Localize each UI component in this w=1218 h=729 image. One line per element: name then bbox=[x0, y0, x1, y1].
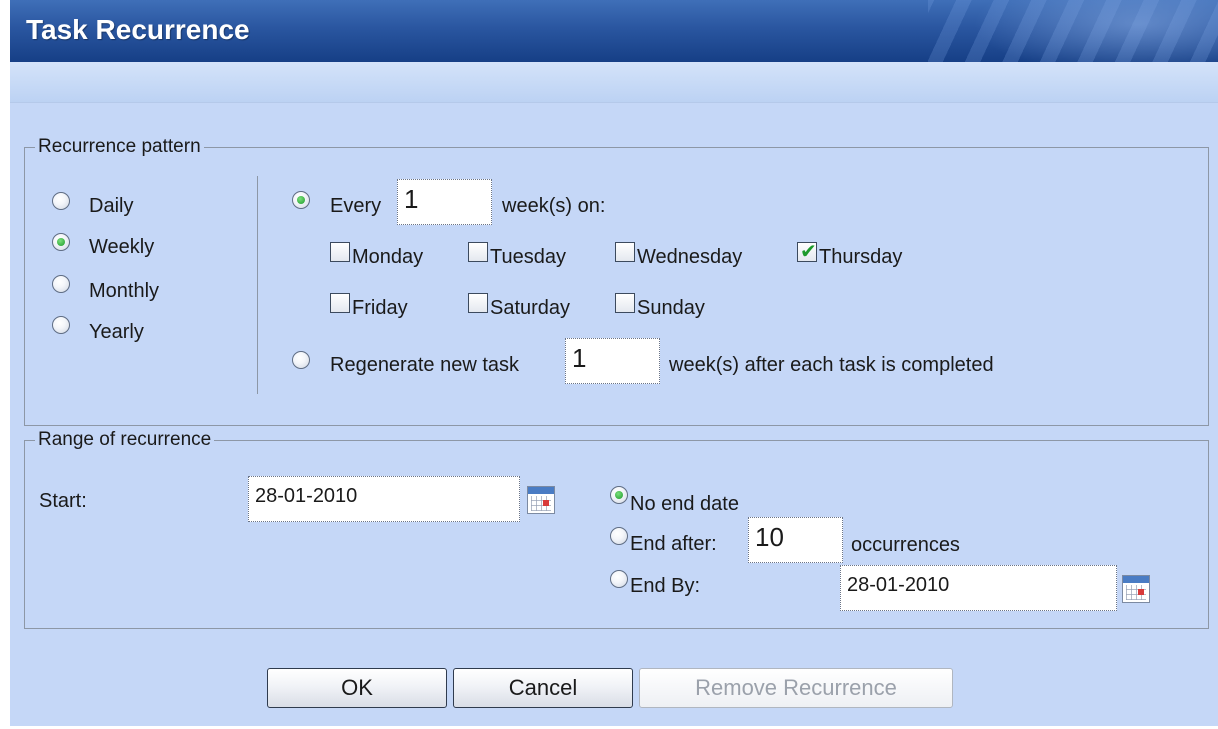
weeks-on-label: week(s) on: bbox=[502, 195, 606, 217]
occurrences-label: occurrences bbox=[851, 534, 960, 556]
end-after-label: End after: bbox=[630, 533, 717, 555]
calendar-icon[interactable] bbox=[1122, 575, 1150, 603]
task-recurrence-dialog: Task Recurrence Recurrence pattern Daily… bbox=[0, 0, 1218, 729]
dialog-body: Recurrence pattern Daily Weekly Monthly … bbox=[10, 103, 1218, 726]
cancel-button[interactable]: Cancel bbox=[453, 668, 633, 708]
yearly-radio[interactable] bbox=[52, 316, 70, 334]
start-date-input[interactable]: 28-01-2010 bbox=[248, 476, 520, 522]
friday-checkbox[interactable] bbox=[330, 293, 350, 313]
monthly-label: Monthly bbox=[89, 280, 160, 302]
wednesday-checkbox[interactable] bbox=[615, 242, 635, 262]
checkmark-icon: ✔ bbox=[800, 239, 817, 263]
weekly-radio[interactable] bbox=[52, 233, 70, 251]
regenerate-radio[interactable] bbox=[292, 351, 310, 369]
weekly-label: Weekly bbox=[89, 236, 155, 258]
friday-label: Friday bbox=[352, 297, 408, 319]
ok-button[interactable]: OK bbox=[267, 668, 447, 708]
regenerate-weeks-input[interactable]: 1 bbox=[565, 338, 660, 384]
regenerate-label: Regenerate new task bbox=[330, 354, 520, 376]
regenerate-suffix-label: week(s) after each task is completed bbox=[669, 354, 994, 376]
yearly-label: Yearly bbox=[89, 321, 144, 343]
recurrence-pattern-legend: Recurrence pattern bbox=[38, 136, 201, 157]
thursday-label: Thursday bbox=[819, 246, 903, 268]
end-by-label: End By: bbox=[630, 575, 701, 597]
end-after-radio[interactable] bbox=[610, 527, 628, 545]
monthly-radio[interactable] bbox=[52, 275, 70, 293]
dialog-title: Task Recurrence bbox=[26, 14, 250, 45]
tuesday-checkbox[interactable] bbox=[468, 242, 488, 262]
tuesday-label: Tuesday bbox=[490, 246, 566, 268]
no-end-date-label: No end date bbox=[630, 493, 739, 515]
monday-checkbox[interactable] bbox=[330, 242, 350, 262]
calendar-icon[interactable] bbox=[527, 486, 555, 514]
daily-label: Daily bbox=[89, 195, 134, 217]
saturday-label: Saturday bbox=[490, 297, 571, 319]
thursday-checkbox[interactable]: ✔ bbox=[797, 239, 817, 263]
remove-recurrence-button[interactable]: Remove Recurrence bbox=[639, 668, 953, 708]
every-weeks-radio[interactable] bbox=[292, 191, 310, 209]
sunday-checkbox[interactable] bbox=[615, 293, 635, 313]
sub-header-bar bbox=[10, 62, 1218, 103]
title-bar-decoration bbox=[928, 0, 1218, 62]
end-by-date-input[interactable]: 28-01-2010 bbox=[840, 565, 1117, 611]
pattern-divider bbox=[257, 176, 258, 394]
every-weeks-input[interactable]: 1 bbox=[397, 179, 492, 225]
sunday-label: Sunday bbox=[637, 297, 705, 319]
daily-radio[interactable] bbox=[52, 192, 70, 210]
monday-label: Monday bbox=[352, 246, 424, 268]
start-label: Start: bbox=[39, 490, 87, 512]
title-bar: Task Recurrence bbox=[10, 0, 1218, 62]
saturday-checkbox[interactable] bbox=[468, 293, 488, 313]
end-by-radio[interactable] bbox=[610, 570, 628, 588]
end-after-occurrences-input[interactable]: 10 bbox=[748, 517, 843, 563]
range-of-recurrence-legend: Range of recurrence bbox=[38, 429, 212, 450]
no-end-date-radio[interactable] bbox=[610, 486, 628, 504]
wednesday-label: Wednesday bbox=[637, 246, 743, 268]
every-label: Every bbox=[330, 195, 382, 217]
